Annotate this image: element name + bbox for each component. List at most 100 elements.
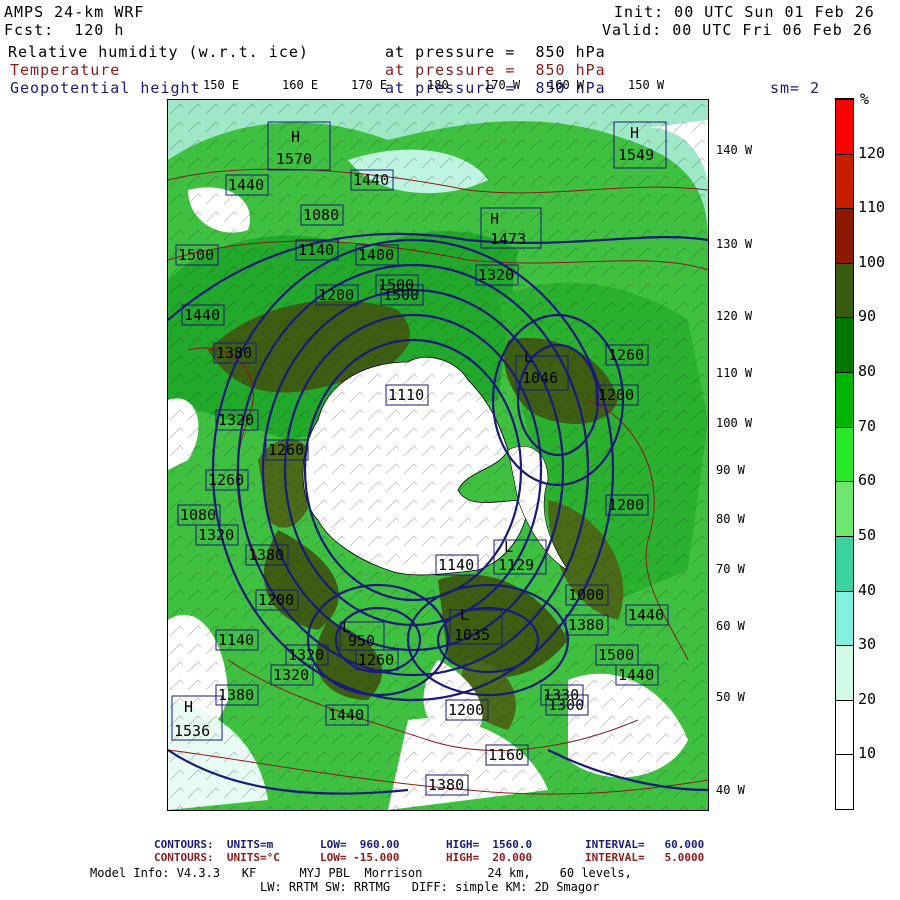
high-value: 1536	[174, 722, 210, 740]
contour-temp-interval: INTERVAL= 5.0000	[585, 851, 705, 864]
field-rh-name: Relative humidity (w.r.t. ice)	[8, 43, 309, 61]
colorbar-segment	[836, 590, 853, 646]
colorbar-tick-label: 90	[858, 307, 877, 326]
low-value: 1046	[522, 369, 558, 387]
forecast-hour: Fcst: 120 h	[4, 21, 125, 39]
high-value: 1473	[490, 230, 526, 248]
low-value: 1035	[454, 626, 490, 644]
contour-value-label: 1200	[608, 496, 644, 514]
smoothing-label: sm= 2	[770, 79, 821, 97]
contour-value-label: 1380	[568, 616, 604, 634]
colorbar-segment	[836, 317, 853, 373]
contour-temp-high: HIGH= 20.000	[446, 851, 533, 864]
contour-value-label: 1440	[184, 306, 220, 324]
contour-value-label: 1260	[268, 441, 304, 459]
high-value: 1549	[618, 146, 654, 164]
colorbar-tick-label: 110	[858, 198, 886, 217]
contour-value-label: 1000	[568, 586, 604, 604]
lon-label: 160 E	[282, 78, 319, 92]
contour-height-label: CONTOURS: UNITS=m	[154, 838, 274, 851]
contour-value-label: 1080	[180, 506, 216, 524]
colorbar-segment	[836, 99, 853, 154]
contour-height-interval: INTERVAL= 60.000	[585, 838, 705, 851]
colorbar-segment	[836, 699, 853, 755]
colorbar-tick-label: 40	[858, 580, 877, 599]
low-marker: L	[524, 348, 533, 366]
contour-value-label: 1260	[358, 651, 394, 669]
init-time: Init: 00 UTC Sun 01 Feb 26	[614, 3, 875, 21]
contour-value-label: 1200	[258, 591, 294, 609]
contour-value-label: 1440	[628, 606, 664, 624]
field-height-name: Geopotential height	[10, 79, 201, 97]
contour-value-label: 1320	[198, 526, 234, 544]
lon-label-right: 50 W	[716, 690, 745, 704]
field-rh-level: at pressure = 850 hPa	[385, 43, 606, 61]
contour-value-label: 1380	[218, 686, 254, 704]
field-temp-name: Temperature	[10, 61, 121, 79]
high-marker: H	[184, 698, 193, 716]
lon-label: 170 E	[351, 78, 388, 92]
lon-label-right: 40 W	[716, 783, 745, 797]
colorbar-segment	[836, 262, 853, 318]
contour-value-label: 1440	[353, 171, 389, 189]
contour-value-label: 1200	[318, 286, 354, 304]
lon-label-right: 140 W	[716, 143, 753, 157]
colorbar-segment	[836, 208, 853, 263]
colorbar-tick-label: 30	[858, 635, 877, 654]
contour-value-label: 1260	[608, 346, 644, 364]
model-physics: LW: RRTM SW: RRTMG DIFF: simple KM: 2D S…	[260, 880, 600, 894]
lon-label-right: 70 W	[716, 562, 745, 576]
field-temp-level: at pressure = 850 hPa	[385, 61, 606, 79]
contour-height-high: HIGH= 1560.0	[446, 838, 533, 851]
contour-temp-low: LOW= -15.000	[320, 851, 400, 864]
contour-value-label: 1380	[248, 546, 284, 564]
low-marker: L	[460, 606, 469, 624]
contour-height-low: LOW= 960.00	[320, 838, 400, 851]
contour-value-label: 1110	[388, 386, 424, 404]
contour-value-label: 1500	[378, 276, 414, 294]
colorbar-tick-label: 10	[858, 744, 877, 763]
contour-value-label: 1440	[618, 666, 654, 684]
model-title: AMPS 24-km WRF	[4, 3, 145, 21]
high-marker: H	[291, 128, 300, 146]
contour-value-label: 1500	[598, 646, 634, 664]
lon-label: 150 E	[203, 78, 240, 92]
contour-value-label: 1320	[218, 411, 254, 429]
lon-label: 170 W	[484, 78, 521, 92]
lon-label-right: 80 W	[716, 512, 745, 526]
colorbar-tick-label: 50	[858, 525, 877, 544]
low-value: 950	[348, 632, 375, 650]
colorbar-tick-label: 120	[858, 143, 886, 162]
colorbar-segment	[836, 535, 853, 591]
high-value: 1570	[276, 150, 312, 168]
contour-value-label: 1200	[448, 701, 484, 719]
lon-label-right: 130 W	[716, 237, 753, 251]
colorbar-segment	[836, 372, 853, 427]
colorbar-segment	[836, 481, 853, 536]
contour-value-label: 1330	[543, 686, 579, 704]
colorbar-tick-label: 70	[858, 416, 877, 435]
contour-value-label: 1140	[218, 631, 254, 649]
colorbar-segment	[836, 426, 853, 482]
contour-value-label: 1260	[208, 471, 244, 489]
lon-label: 160 W	[548, 78, 585, 92]
colorbar-tick-label: 80	[858, 362, 877, 381]
model-info: Model Info: V4.3.3 KF MYJ PBL Morrison 2…	[90, 866, 632, 880]
contour-value-label: 1500	[178, 246, 214, 264]
lon-label: 150 W	[628, 78, 665, 92]
weather-map[interactable]: H 1570 H 1549 H 1473 H 1536 L 1046 L 950…	[167, 99, 709, 811]
contour-value-label: 1140	[438, 556, 474, 574]
lon-label-right: 100 W	[716, 416, 753, 430]
contour-value-label: 1140	[298, 241, 334, 259]
contour-value-label: 1400	[358, 246, 394, 264]
contour-value-label: 1200	[598, 386, 634, 404]
contour-value-label: 1440	[228, 176, 264, 194]
lon-label: 180	[427, 78, 449, 92]
lon-label-right: 90 W	[716, 463, 745, 477]
colorbar-tick-label: 60	[858, 471, 877, 490]
contour-value-label: 1380	[428, 776, 464, 794]
colorbar-segment	[836, 153, 853, 209]
colorbar-unit: %	[860, 90, 870, 108]
contour-value-label: 1320	[288, 646, 324, 664]
low-value: 1129	[498, 556, 534, 574]
